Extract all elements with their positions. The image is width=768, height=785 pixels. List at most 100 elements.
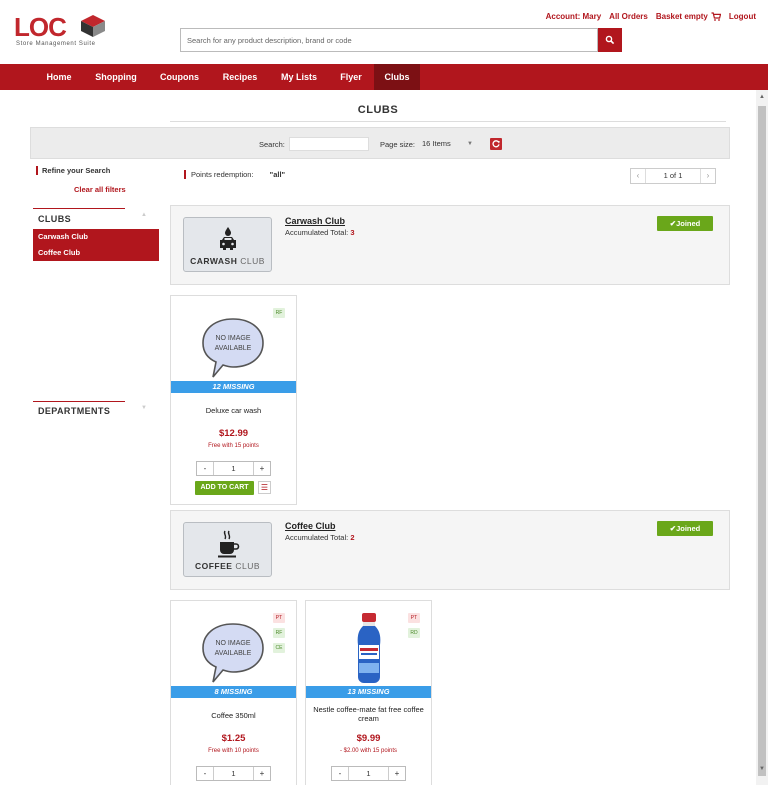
badge-rf: RF: [273, 308, 285, 318]
carwash-club-logo: CARWASH CLUB: [183, 217, 272, 272]
logo-text: LOC: [14, 12, 67, 42]
quantity-stepper: - 1 +: [331, 766, 406, 781]
badge-ce: CE: [273, 643, 285, 653]
points-label: Points redemption:: [191, 170, 254, 179]
basket-link[interactable]: Basket empty: [656, 12, 721, 21]
search-icon: [605, 35, 615, 45]
search-input[interactable]: Search for any product description, bran…: [180, 28, 598, 52]
quantity-stepper: - 1 +: [196, 461, 271, 476]
club-panel-coffee: COFFEE CLUB Coffee Club Accumulated Tota…: [170, 510, 730, 590]
missing-banner: 8 MISSING: [171, 686, 296, 698]
logo-subtitle: Store Management Suite: [16, 41, 96, 47]
product-card-deluxe-car-wash[interactable]: RF NO IMAGE AVAILABLE 12 MISSING Deluxe …: [170, 295, 297, 505]
product-card-coffee-350ml[interactable]: PT RF CE NO IMAGE AVAILABLE 8 MISSING Co…: [170, 600, 297, 785]
nav-recipes[interactable]: Recipes: [214, 64, 266, 90]
search-button[interactable]: [598, 28, 622, 52]
points-value: "all": [269, 170, 286, 179]
nav-home[interactable]: Home: [36, 64, 82, 90]
quantity-input[interactable]: 1: [348, 767, 389, 780]
nav-my-lists[interactable]: My Lists: [273, 64, 325, 90]
add-to-cart-button[interactable]: ADD TO CART: [195, 481, 254, 495]
club-name-carwash[interactable]: Carwash Club: [285, 216, 345, 226]
account-links: Account: Mary All Orders Basket empty Lo…: [546, 12, 756, 21]
badge-rf: RF: [273, 628, 285, 638]
club-total-coffee: Accumulated Total: 2: [285, 533, 355, 542]
nav-clubs[interactable]: Clubs: [374, 64, 420, 90]
product-card-coffee-mate[interactable]: PT RD 13 MISSING Nestle coffee-mate fat …: [305, 600, 432, 785]
club-panel-carwash: CARWASH CLUB Carwash Club Accumulated To…: [170, 205, 730, 285]
product-promo: - $2.00 with 15 points: [339, 748, 398, 754]
decrease-quantity-button[interactable]: -: [332, 767, 348, 780]
svg-text:AVAILABLE: AVAILABLE: [215, 345, 252, 352]
main-nav: Home Shopping Coupons Recipes My Lists F…: [0, 64, 768, 90]
departments-heading-rule: [33, 401, 125, 402]
add-to-list-icon[interactable]: ☰: [258, 481, 271, 494]
increase-quantity-button[interactable]: +: [254, 462, 270, 475]
departments-filter-heading[interactable]: DEPARTMENTS: [38, 406, 110, 416]
page-size-label: Page size:: [380, 140, 416, 149]
nav-flyer[interactable]: Flyer: [332, 64, 370, 90]
clubs-heading-rule: [33, 208, 125, 209]
nav-coupons[interactable]: Coupons: [152, 64, 207, 90]
clubs-filter-heading[interactable]: CLUBS: [38, 214, 71, 224]
account-link[interactable]: Account: Mary: [546, 12, 602, 21]
club-filter-list: Carwash Club Coffee Club: [33, 229, 159, 261]
joined-badge-coffee[interactable]: ✔Joined: [657, 521, 713, 536]
club-total-carwash: Accumulated Total: 3: [285, 228, 355, 237]
nav-shopping[interactable]: Shopping: [87, 64, 145, 90]
club-filter-coffee[interactable]: Coffee Club: [33, 245, 159, 261]
club-filter-carwash[interactable]: Carwash Club: [33, 229, 159, 245]
chevron-down-icon: ▼: [467, 141, 473, 147]
product-promo: Free with 15 points: [208, 443, 259, 449]
svg-text:NO IMAGE: NO IMAGE: [215, 335, 250, 342]
product-name[interactable]: Deluxe car wash: [175, 406, 292, 415]
carwash-logo-text: CARWASH CLUB: [190, 256, 265, 266]
prev-page-icon[interactable]: ‹: [631, 169, 645, 183]
badge-rd: RD: [408, 628, 420, 638]
product-name[interactable]: Nestle coffee-mate fat free coffee cream: [310, 705, 427, 723]
clear-filters-link[interactable]: Clear all filters: [74, 185, 126, 194]
refresh-button[interactable]: [490, 138, 502, 150]
cart-icon: [711, 12, 721, 21]
scroll-thumb[interactable]: [758, 106, 766, 776]
all-orders-link[interactable]: All Orders: [609, 12, 648, 21]
decrease-quantity-button[interactable]: -: [197, 767, 213, 780]
club-name-coffee[interactable]: Coffee Club: [285, 521, 336, 531]
store-logo[interactable]: LOC Store Management Suite: [14, 12, 114, 54]
logout-link[interactable]: Logout: [729, 12, 756, 21]
decrease-quantity-button[interactable]: -: [197, 462, 213, 475]
refine-heading: Refine your Search: [36, 166, 110, 175]
coffee-cup-icon: [218, 530, 240, 558]
coffee-club-logo: COFFEE CLUB: [183, 522, 272, 577]
page-scrollbar[interactable]: ▲ ▼: [756, 90, 768, 785]
car-icon: [220, 227, 236, 250]
joined-badge-carwash[interactable]: ✔Joined: [657, 216, 713, 231]
next-page-icon[interactable]: ›: [701, 169, 715, 183]
svg-text:NO IMAGE: NO IMAGE: [215, 640, 250, 647]
coffee-mate-bottle-image: [357, 613, 381, 683]
basket-label: Basket empty: [655, 12, 708, 21]
svg-text:AVAILABLE: AVAILABLE: [215, 650, 252, 657]
pagination: ‹ 1 of 1 ›: [630, 168, 716, 184]
increase-quantity-button[interactable]: +: [389, 767, 405, 780]
search-label: Search:: [259, 140, 285, 149]
scroll-down-icon[interactable]: ▼: [758, 766, 766, 772]
points-redemption-filter: Points redemption: "all": [184, 170, 285, 179]
product-price: $9.99: [356, 733, 381, 744]
product-price: $12.99: [218, 428, 249, 439]
badge-pt: PT: [408, 613, 420, 623]
scroll-up-icon[interactable]: ▲: [758, 94, 766, 100]
product-name[interactable]: Coffee 350ml: [175, 711, 292, 720]
increase-quantity-button[interactable]: +: [254, 767, 270, 780]
chevron-down-icon[interactable]: ▼: [141, 405, 147, 411]
logo-cube-icon: [81, 15, 105, 37]
title-divider: [170, 121, 726, 122]
chevron-up-icon[interactable]: ▲: [141, 212, 147, 218]
header: LOC Store Management Suite Search for an…: [0, 0, 768, 64]
product-price: $1.25: [221, 733, 246, 744]
club-search-input[interactable]: [289, 137, 369, 151]
missing-banner: 12 MISSING: [171, 381, 296, 393]
quantity-input[interactable]: 1: [213, 462, 254, 475]
missing-banner: 13 MISSING: [306, 686, 431, 698]
quantity-input[interactable]: 1: [213, 767, 254, 780]
